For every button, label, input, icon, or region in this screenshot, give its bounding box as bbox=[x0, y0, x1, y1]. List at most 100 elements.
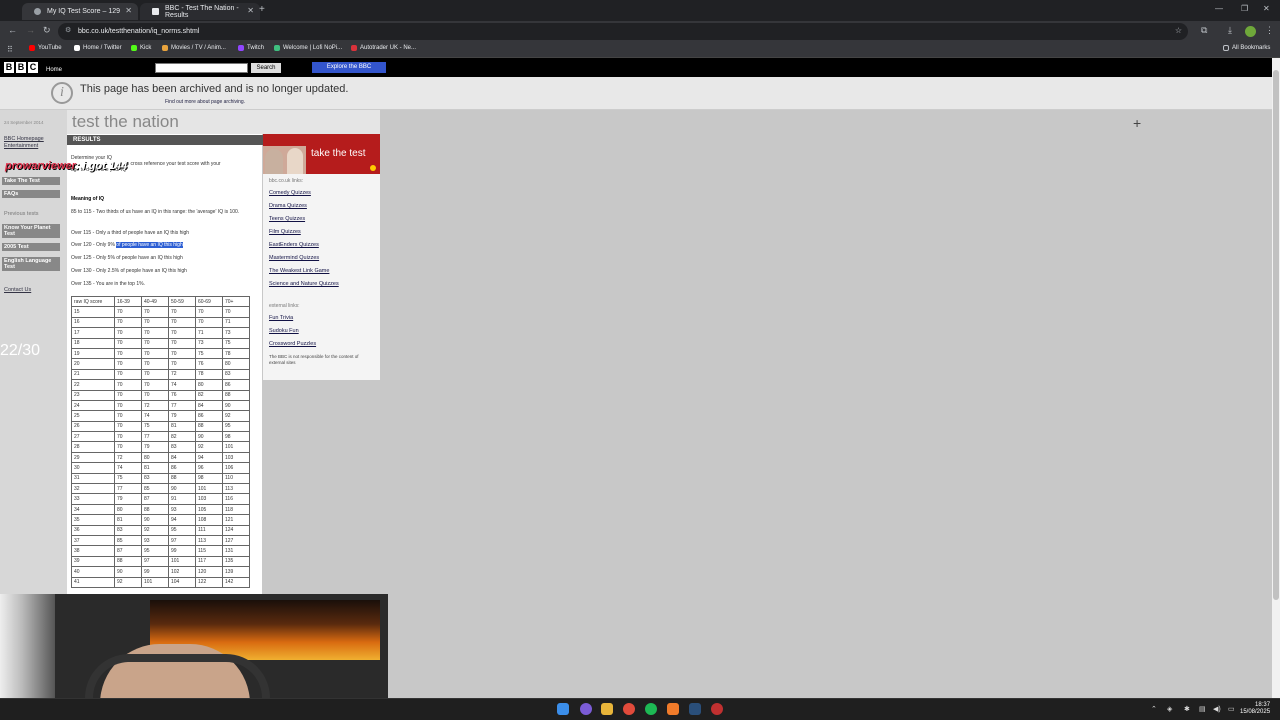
bookmark-lofi[interactable]: Welcome | Lofi NoPi... bbox=[274, 45, 342, 51]
bookmark-star-icon[interactable]: ☆ bbox=[1175, 26, 1182, 35]
table-cell: 102 bbox=[168, 566, 196, 578]
nav-bbc-homepage[interactable]: BBC Homepage bbox=[4, 136, 44, 142]
table-cell: 122 bbox=[195, 576, 223, 588]
nav-contact-us[interactable]: Contact Us bbox=[4, 287, 31, 293]
reload-icon[interactable]: ↻ bbox=[43, 25, 51, 36]
network-icon[interactable]: ▤ bbox=[1199, 705, 1206, 713]
search-input[interactable] bbox=[155, 63, 248, 73]
bbc-logo[interactable]: B B C bbox=[4, 62, 40, 73]
menu-icon[interactable]: ⋮ bbox=[1265, 25, 1274, 36]
address-bar[interactable]: ⚙ bbc.co.uk/testthenation/iq_norms.shtml… bbox=[58, 23, 1188, 40]
link-teens-quizzes[interactable]: Teens Quizzes bbox=[269, 216, 305, 222]
close-icon[interactable]: ✕ bbox=[125, 6, 132, 15]
link-eastenders-quizzes[interactable]: EastEnders Quizzes bbox=[269, 242, 319, 248]
profile-avatar[interactable] bbox=[1245, 26, 1256, 37]
nav-english-language[interactable]: English Language Test bbox=[2, 257, 60, 271]
table-cell: 70 bbox=[141, 316, 169, 329]
table-cell: 85 bbox=[141, 483, 169, 495]
table-cell: 70 bbox=[114, 368, 142, 381]
bookmark-movies[interactable]: Movies / TV / Anim... bbox=[162, 45, 226, 51]
close-window-icon[interactable]: ✕ bbox=[1263, 4, 1270, 13]
apps-icon[interactable]: ⠿ bbox=[7, 45, 13, 54]
tab-bbc-results[interactable]: BBC - Test The Nation - Results ✕ bbox=[140, 3, 260, 20]
download-icon[interactable]: ⤓ bbox=[1228, 25, 1232, 36]
lofi-icon bbox=[274, 45, 280, 51]
explore-bbc-button[interactable]: Explore the BBC bbox=[312, 62, 386, 73]
iq-line: Over 130 - Only 2.5% of people have an I… bbox=[71, 268, 187, 274]
link-comedy-quizzes[interactable]: Comedy Quizzes bbox=[269, 190, 311, 196]
link-drama-quizzes[interactable]: Drama Quizzes bbox=[269, 203, 307, 209]
system-clock[interactable]: 18:37 15/08/2025 bbox=[1240, 702, 1270, 716]
link-film-quizzes[interactable]: Film Quizzes bbox=[269, 229, 301, 235]
info-icon: i bbox=[51, 82, 73, 104]
bookmark-kick[interactable]: Kick bbox=[131, 45, 151, 51]
iq-norms-table: raw IQ score 16-39 40-49 50-59 60-69 70+ 15 70… bbox=[71, 295, 250, 588]
table-cell: 97 bbox=[168, 534, 196, 547]
table-row: 23 70 70 76 82 88 bbox=[71, 389, 250, 401]
table-header-cell: 40-49 bbox=[141, 295, 169, 308]
app-icon[interactable] bbox=[667, 703, 679, 715]
site-info-icon[interactable]: ⚙ bbox=[65, 26, 71, 34]
table-cell: 88 bbox=[195, 420, 223, 433]
bbc-home-link[interactable]: Home bbox=[46, 67, 62, 73]
bookmark-youtube[interactable]: YouTube bbox=[29, 45, 62, 51]
link-sudoku-fun[interactable]: Sudoku Fun bbox=[269, 328, 299, 334]
file-explorer-icon[interactable] bbox=[601, 703, 613, 715]
table-cell: 86 bbox=[195, 410, 223, 422]
stream-chat-overlay: prowarviewer: i got 144 bbox=[5, 160, 127, 172]
page-scrollbar[interactable] bbox=[1272, 58, 1280, 698]
table-cell: 70 bbox=[114, 358, 142, 370]
table-cell: 87 bbox=[114, 545, 142, 557]
maximize-icon[interactable]: ❐ bbox=[1241, 4, 1248, 13]
volume-icon[interactable]: ◀) bbox=[1213, 705, 1221, 713]
link-weakest-link[interactable]: The Weakest Link Game bbox=[269, 268, 329, 274]
selected-text: of people have an IQ this high bbox=[116, 242, 183, 248]
nav-entertainment[interactable]: Entertainment bbox=[4, 143, 38, 149]
forward-icon[interactable]: → bbox=[26, 25, 35, 35]
scrollbar-thumb[interactable] bbox=[1273, 70, 1279, 600]
table-row: 37 85 93 97 113 127 bbox=[71, 534, 250, 547]
all-bookmarks[interactable]: All Bookmarks bbox=[1223, 45, 1270, 51]
link-science-nature-quizzes[interactable]: Science and Nature Quizzes bbox=[269, 281, 339, 287]
start-icon[interactable] bbox=[557, 703, 569, 715]
extensions-icon[interactable]: ⧉ bbox=[1201, 25, 1207, 36]
take-the-test-label[interactable]: take the test bbox=[311, 148, 365, 159]
table-cell: 139 bbox=[222, 566, 250, 578]
link-fun-trivia[interactable]: Fun Trivia bbox=[269, 315, 293, 321]
link-crossword-puzzles[interactable]: Crossword Puzzles bbox=[269, 341, 316, 347]
battery-icon[interactable]: ▭ bbox=[1228, 705, 1235, 713]
steam-icon[interactable] bbox=[689, 703, 701, 715]
nav-take-the-test[interactable]: Take The Test bbox=[2, 177, 60, 185]
table-row: 33 79 87 91 103 116 bbox=[71, 493, 250, 505]
arrow-icon[interactable] bbox=[370, 165, 376, 171]
table-cell: 92 bbox=[141, 524, 169, 537]
tab-iq-test-score[interactable]: My IQ Test Score – 129 ✕ bbox=[22, 3, 138, 20]
new-tab-button[interactable]: + bbox=[259, 4, 265, 15]
minimize-icon[interactable]: — bbox=[1215, 4, 1223, 13]
table-cell: 95 bbox=[141, 545, 169, 557]
table-cell: 113 bbox=[195, 534, 223, 547]
nav-know-your-planet[interactable]: Know Your Planet Test bbox=[2, 224, 60, 238]
table-cell: 115 bbox=[195, 545, 223, 557]
twitch-icon bbox=[238, 45, 244, 51]
bookmark-autotrader[interactable]: Autotrader UK - Ne... bbox=[351, 45, 416, 51]
archive-info-link[interactable]: Find out more about page archiving. bbox=[165, 99, 245, 105]
copilot-icon[interactable] bbox=[580, 703, 592, 715]
chrome-icon[interactable] bbox=[623, 703, 635, 715]
close-icon[interactable]: ✕ bbox=[247, 6, 254, 15]
link-mastermind-quizzes[interactable]: Mastermind Quizzes bbox=[269, 255, 319, 261]
tray-chevron-icon[interactable]: ⌃ bbox=[1151, 705, 1157, 713]
back-icon[interactable]: ← bbox=[8, 25, 17, 35]
spotify-icon[interactable] bbox=[645, 703, 657, 715]
nav-2005-test[interactable]: 2005 Test bbox=[2, 243, 60, 251]
bookmark-twitter[interactable]: Home / Twitter bbox=[74, 45, 122, 51]
tray-app-icon[interactable]: ◈ bbox=[1167, 705, 1172, 713]
nav-faqs[interactable]: FAQs bbox=[2, 190, 60, 198]
tray-bluetooth-icon[interactable]: ✱ bbox=[1184, 705, 1190, 713]
search-button[interactable]: Search bbox=[251, 63, 281, 73]
table-header-cell: raw IQ score bbox=[71, 295, 115, 308]
table-cell: 118 bbox=[222, 503, 250, 516]
table-cell: 127 bbox=[222, 534, 250, 547]
app-icon[interactable] bbox=[711, 703, 723, 715]
bookmark-twitch[interactable]: Twitch bbox=[238, 45, 264, 51]
